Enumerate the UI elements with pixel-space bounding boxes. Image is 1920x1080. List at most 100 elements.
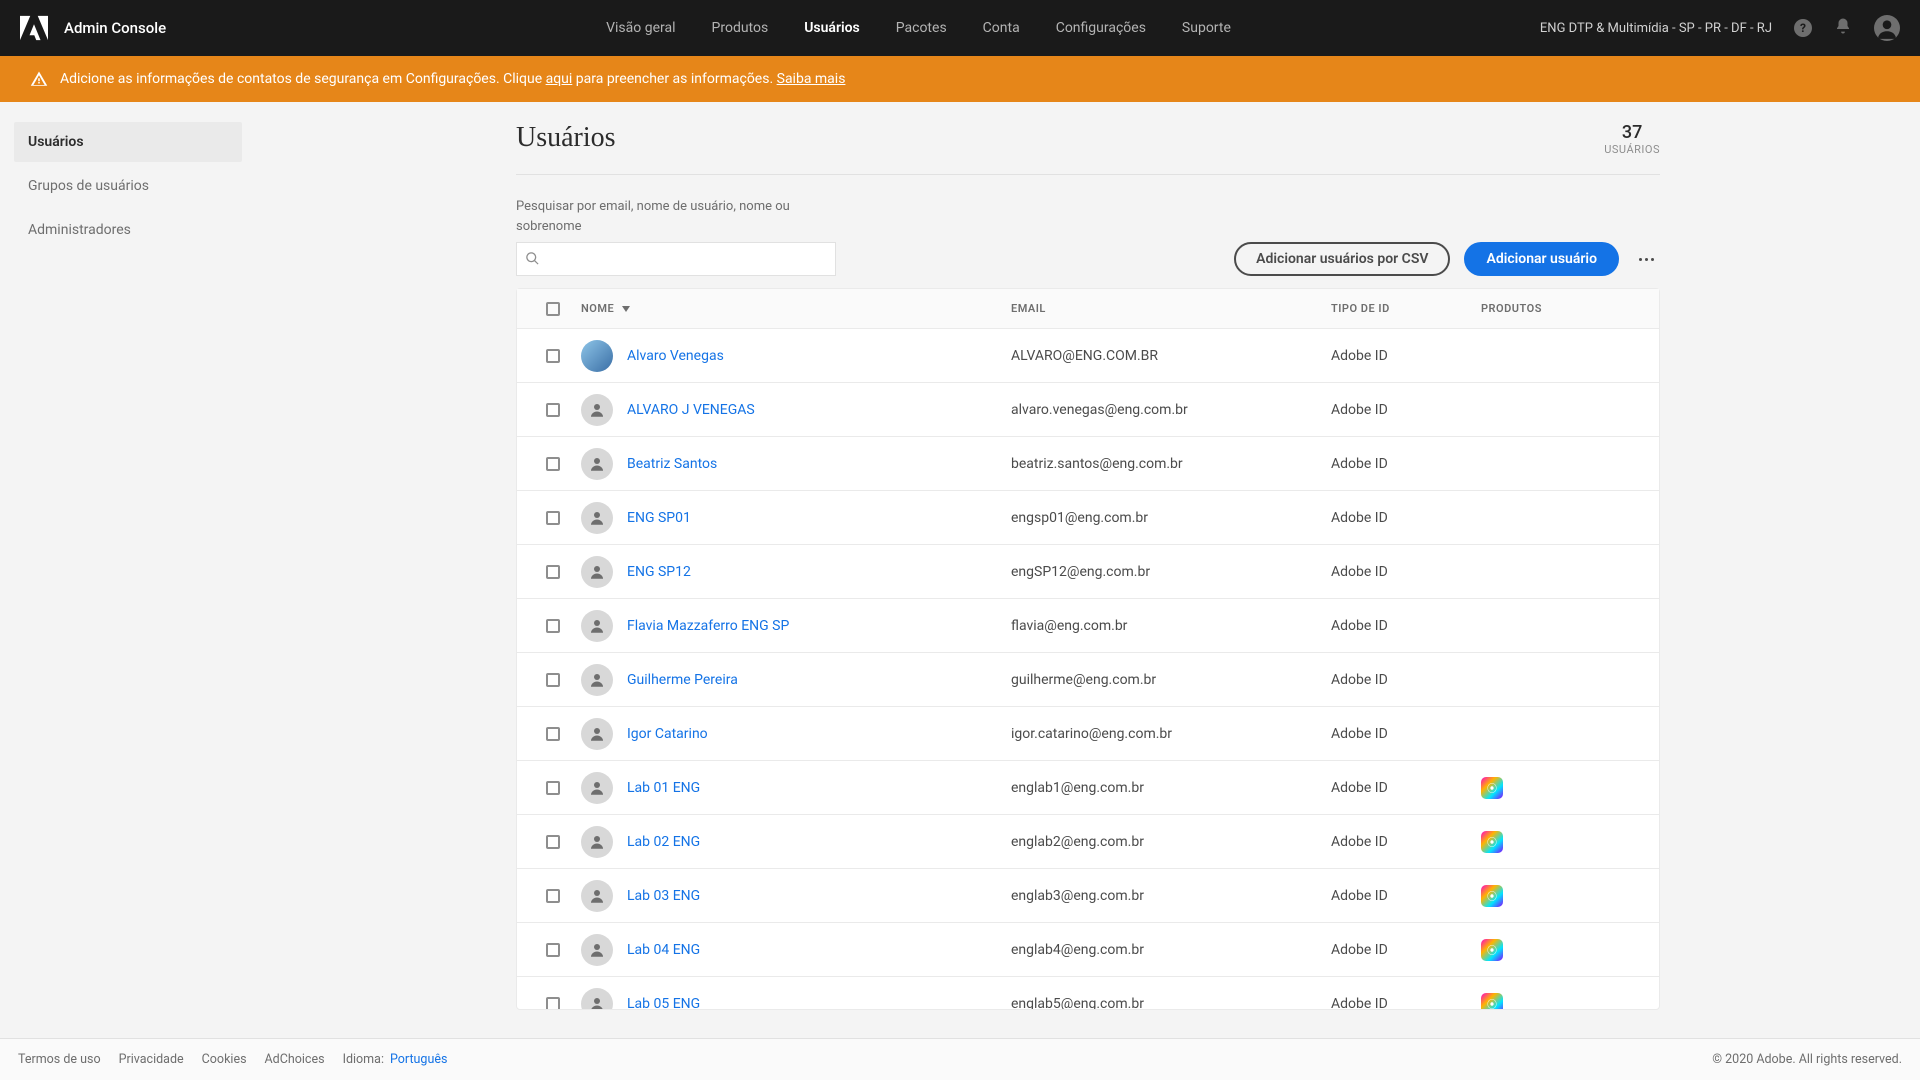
user-name-link[interactable]: Flavia Mazzaferro ENG SP xyxy=(627,618,789,634)
user-name-link[interactable]: Lab 01 ENG xyxy=(627,780,700,796)
user-idtype: Adobe ID xyxy=(1331,618,1481,634)
row-checkbox[interactable] xyxy=(546,565,560,579)
col-email[interactable]: EMAIL xyxy=(1011,302,1331,315)
table-row[interactable]: Igor Catarinoigor.catarino@eng.com.brAdo… xyxy=(517,707,1659,761)
user-name-link[interactable]: Alvaro Venegas xyxy=(627,348,724,364)
user-avatar-icon xyxy=(581,394,613,426)
nav-suporte[interactable]: Suporte xyxy=(1182,20,1231,36)
row-checkbox[interactable] xyxy=(546,403,560,417)
user-email: alvaro.venegas@eng.com.br xyxy=(1011,402,1331,418)
select-all-checkbox[interactable] xyxy=(546,302,560,316)
footer-link[interactable]: Termos de uso xyxy=(18,1052,101,1067)
help-icon[interactable]: ? xyxy=(1794,19,1812,37)
user-avatar-icon xyxy=(581,448,613,480)
user-count-value: 37 xyxy=(1604,122,1660,143)
nav-produtos[interactable]: Produtos xyxy=(712,20,769,36)
table-body: Alvaro VenegasALVARO@ENG.COM.BRAdobe IDA… xyxy=(517,329,1659,1009)
user-name-link[interactable]: ENG SP01 xyxy=(627,510,691,526)
search-input[interactable] xyxy=(516,242,836,276)
add-user-button[interactable]: Adicionar usuário xyxy=(1464,242,1619,276)
table-row[interactable]: Lab 05 ENGenglab5@eng.com.brAdobe ID⦿ xyxy=(517,977,1659,1009)
row-checkbox[interactable] xyxy=(546,511,560,525)
user-avatar-icon xyxy=(581,934,613,966)
table-row[interactable]: Alvaro VenegasALVARO@ENG.COM.BRAdobe ID xyxy=(517,329,1659,383)
more-actions-button[interactable] xyxy=(1633,252,1660,267)
user-name-link[interactable]: ALVARO J VENEGAS xyxy=(627,402,755,418)
row-checkbox[interactable] xyxy=(546,349,560,363)
user-avatar-icon[interactable] xyxy=(1874,15,1900,41)
user-name-link[interactable]: ENG SP12 xyxy=(627,564,691,580)
table-row[interactable]: Lab 02 ENGenglab2@eng.com.brAdobe ID⦿ xyxy=(517,815,1659,869)
creative-cloud-icon: ⦿ xyxy=(1481,885,1503,907)
creative-cloud-icon: ⦿ xyxy=(1481,939,1503,961)
user-avatar-icon xyxy=(581,880,613,912)
user-count: 37 USUÁRIOS xyxy=(1604,122,1660,156)
alert-link-here[interactable]: aqui xyxy=(546,71,573,87)
user-name-link[interactable]: Guilherme Pereira xyxy=(627,672,738,688)
lang-label: Idioma: xyxy=(343,1052,384,1067)
language-switcher[interactable]: Português xyxy=(390,1052,447,1067)
sidebar-item-0[interactable]: Usuários xyxy=(14,122,242,162)
creative-cloud-icon: ⦿ xyxy=(1481,993,1503,1010)
table-row[interactable]: Flavia Mazzaferro ENG SP flavia@eng.com.b… xyxy=(517,599,1659,653)
col-name[interactable]: NOME xyxy=(581,302,614,315)
org-switcher[interactable]: ENG DTP & Multimídia - SP - PR - DF - RJ xyxy=(1540,21,1772,36)
users-table: NOME EMAIL TIPO DE ID PRODUTOS Alvaro Ve… xyxy=(516,288,1660,1010)
row-checkbox[interactable] xyxy=(546,889,560,903)
col-idtype[interactable]: TIPO DE ID xyxy=(1331,302,1481,315)
search-label: Pesquisar por email, nome de usuário, no… xyxy=(516,197,796,236)
user-email: guilherme@eng.com.br xyxy=(1011,672,1331,688)
row-checkbox[interactable] xyxy=(546,457,560,471)
row-checkbox[interactable] xyxy=(546,727,560,741)
row-checkbox[interactable] xyxy=(546,619,560,633)
notifications-icon[interactable] xyxy=(1834,17,1852,39)
user-email: engSP12@eng.com.br xyxy=(1011,564,1331,580)
user-idtype: Adobe ID xyxy=(1331,348,1481,364)
sidebar-item-2[interactable]: Administradores xyxy=(14,210,242,250)
user-idtype: Adobe ID xyxy=(1331,834,1481,850)
sidebar: UsuáriosGrupos de usuáriosAdministradore… xyxy=(0,102,256,1044)
row-checkbox[interactable] xyxy=(546,781,560,795)
search-box xyxy=(516,242,836,276)
alert-link-learn-more[interactable]: Saiba mais xyxy=(777,71,846,87)
footer-link[interactable]: AdChoices xyxy=(265,1052,325,1067)
user-name-link[interactable]: Lab 05 ENG xyxy=(627,996,700,1010)
add-users-csv-button[interactable]: Adicionar usuários por CSV xyxy=(1234,242,1450,276)
security-alert-banner: Adicione as informações de contatos de s… xyxy=(0,56,1920,102)
user-idtype: Adobe ID xyxy=(1331,672,1481,688)
table-row[interactable]: ALVARO J VENEGAS alvaro.venegas@eng.com.b… xyxy=(517,383,1659,437)
user-email: engsp01@eng.com.br xyxy=(1011,510,1331,526)
nav-usu-rios[interactable]: Usuários xyxy=(804,20,860,36)
user-products: ⦿ xyxy=(1481,939,1651,961)
table-row[interactable]: Guilherme Pereira guilherme@eng.com.brAdo… xyxy=(517,653,1659,707)
nav-configura-es[interactable]: Configurações xyxy=(1056,20,1146,36)
sidebar-item-1[interactable]: Grupos de usuários xyxy=(14,166,242,206)
nav-conta[interactable]: Conta xyxy=(983,20,1020,36)
user-email: englab2@eng.com.br xyxy=(1011,834,1331,850)
user-email: flavia@eng.com.br xyxy=(1011,618,1331,634)
col-products[interactable]: PRODUTOS xyxy=(1481,302,1651,315)
user-avatar-icon xyxy=(581,556,613,588)
table-row[interactable]: ENG SP01engsp01@eng.com.brAdobe ID xyxy=(517,491,1659,545)
row-checkbox[interactable] xyxy=(546,943,560,957)
user-name-link[interactable]: Lab 03 ENG xyxy=(627,888,700,904)
row-checkbox[interactable] xyxy=(546,997,560,1010)
table-row[interactable]: Lab 04 ENGenglab4@eng.com.brAdobe ID⦿ xyxy=(517,923,1659,977)
row-checkbox[interactable] xyxy=(546,673,560,687)
user-name-link[interactable]: Lab 04 ENG xyxy=(627,942,700,958)
table-row[interactable]: Lab 03 ENGenglab3@eng.com.brAdobe ID⦿ xyxy=(517,869,1659,923)
adobe-logo-icon xyxy=(20,14,48,42)
user-name-link[interactable]: Lab 02 ENG xyxy=(627,834,700,850)
user-name-link[interactable]: Igor Catarino xyxy=(627,726,708,742)
user-email: igor.catarino@eng.com.br xyxy=(1011,726,1331,742)
footer-link[interactable]: Cookies xyxy=(202,1052,247,1067)
table-row[interactable]: ENG SP12engSP12@eng.com.brAdobe ID xyxy=(517,545,1659,599)
table-row[interactable]: Lab 01 ENGenglab1@eng.com.brAdobe ID⦿ xyxy=(517,761,1659,815)
footer-link[interactable]: Privacidade xyxy=(119,1052,184,1067)
row-checkbox[interactable] xyxy=(546,835,560,849)
user-idtype: Adobe ID xyxy=(1331,402,1481,418)
table-row[interactable]: Beatriz Santosbeatriz.santos@eng.com.brA… xyxy=(517,437,1659,491)
nav-vis-o-geral[interactable]: Visão geral xyxy=(606,20,675,36)
nav-pacotes[interactable]: Pacotes xyxy=(896,20,947,36)
user-name-link[interactable]: Beatriz Santos xyxy=(627,456,717,472)
